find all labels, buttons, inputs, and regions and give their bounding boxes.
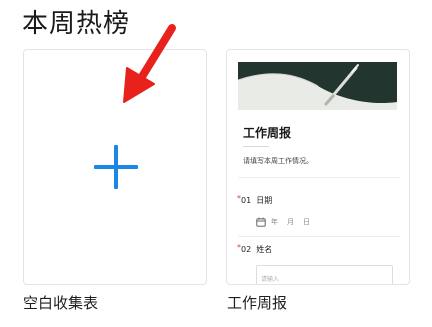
red-arrow-icon — [123, 24, 176, 103]
divider — [238, 236, 400, 237]
calendar-icon — [256, 217, 266, 227]
question-number: 01 — [241, 196, 252, 205]
divider — [238, 177, 400, 178]
pen-on-paper-photo — [238, 62, 397, 110]
name-input-box[interactable] — [256, 265, 393, 284]
form-description: 请填写本周工作情况。 — [243, 157, 313, 165]
question-title: 姓名 — [256, 245, 273, 254]
date-picker[interactable]: 年 月 日 — [256, 216, 319, 228]
weekly-report-card[interactable]: 工作周报 请填写本周工作情况。 *01 日期 年 月 日 *02 姓名 — [226, 49, 410, 285]
date-year: 年 — [271, 218, 278, 226]
cover-image — [238, 62, 397, 110]
title-underline — [243, 146, 269, 147]
required-mark: * — [237, 194, 241, 203]
plus-icon[interactable] — [94, 145, 138, 189]
question-name-label: *02 姓名 — [237, 243, 273, 256]
name-input[interactable] — [257, 272, 392, 284]
question-number: 02 — [241, 245, 252, 254]
question-title: 日期 — [256, 196, 273, 205]
date-month: 月 — [287, 218, 294, 226]
question-date-label: *01 日期 — [237, 194, 273, 207]
template-gallery: 本周热榜 工作周报 请填写本周工作情况。 *01 日期 年 月 日 *02 姓名… — [0, 0, 432, 327]
weekly-report-caption[interactable]: 工作周报 — [227, 292, 287, 314]
required-mark: * — [237, 243, 241, 252]
blank-form-caption[interactable]: 空白收集表 — [23, 292, 98, 314]
form-title: 工作周报 — [243, 126, 292, 140]
date-day: 日 — [303, 218, 310, 226]
